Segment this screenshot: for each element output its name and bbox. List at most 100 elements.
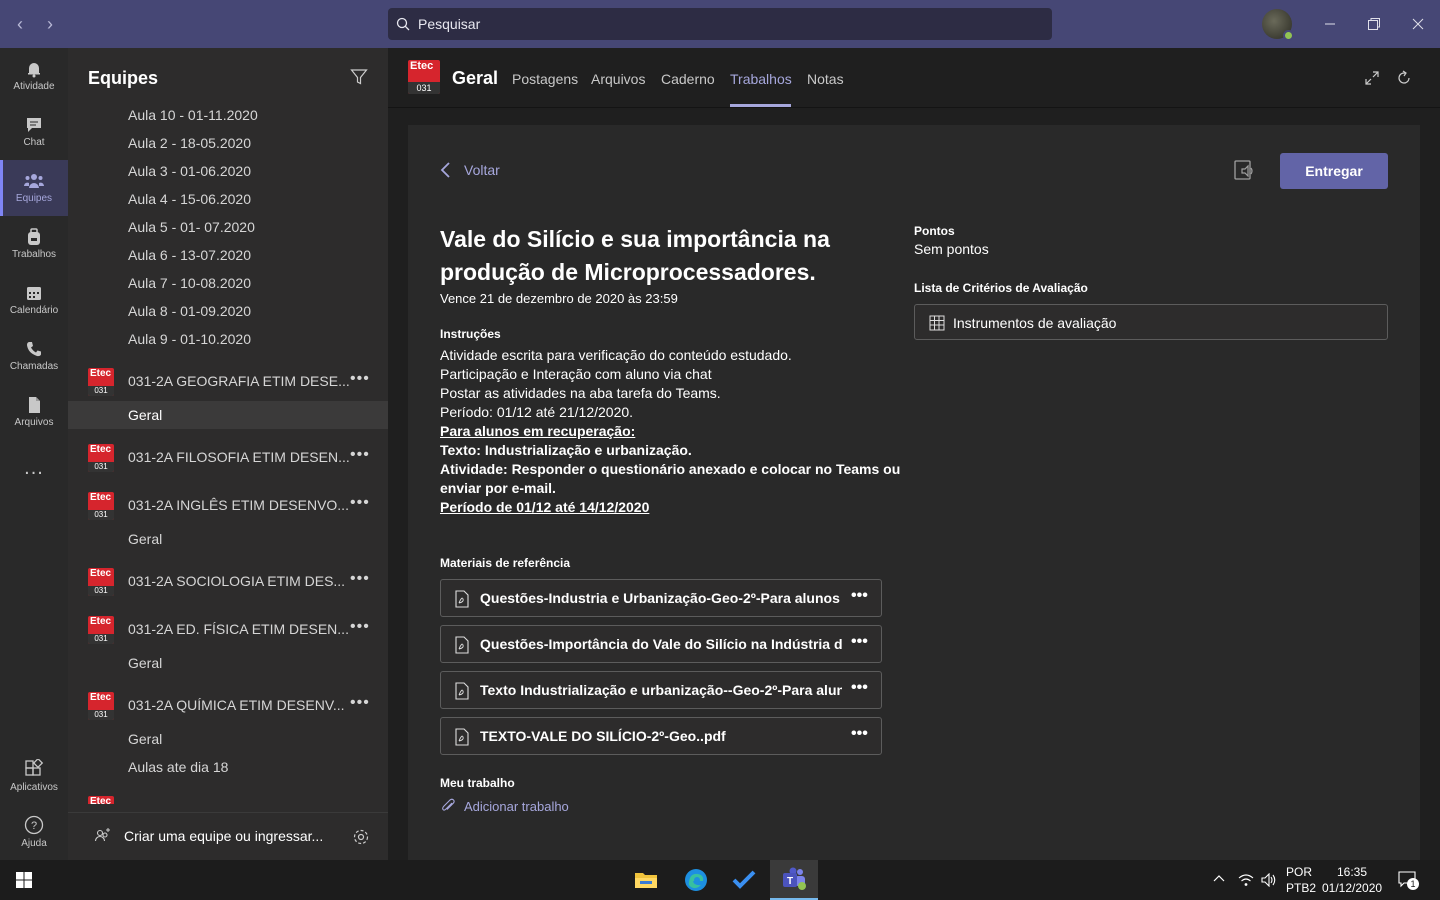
channel-item-selected[interactable]: Geral — [68, 401, 388, 429]
rail-item-apps[interactable]: Aplicativos — [0, 748, 68, 804]
channel-item[interactable]: Aula 8 - 01-09.2020 — [128, 303, 251, 319]
add-work-button[interactable]: Adicionar trabalho — [440, 798, 569, 814]
search-input[interactable] — [418, 16, 1018, 32]
refresh-icon[interactable] — [1396, 70, 1412, 86]
clock[interactable]: 16:35 01/12/2020 — [1322, 864, 1382, 896]
more-options-icon[interactable]: ••• — [350, 494, 370, 512]
more-apps-button[interactable]: ... — [0, 440, 68, 496]
rail-item-help[interactable]: ? Ajuda — [0, 804, 68, 860]
tab-notebook[interactable]: Caderno — [661, 71, 715, 87]
channel-item[interactable]: Geral — [128, 531, 162, 547]
material-file[interactable]: Questões-Importância do Vale do Silício … — [440, 625, 882, 663]
channel-item[interactable]: Aula 3 - 01-06.2020 — [128, 163, 251, 179]
file-explorer-icon[interactable] — [622, 860, 670, 900]
materials-label: Materiais de referência — [440, 556, 571, 570]
recovery-period: Período de 01/12 até 14/12/2020 — [440, 499, 650, 515]
title-bar: ‹ › — [0, 0, 1440, 48]
paperclip-icon — [442, 798, 455, 811]
rail-item-teams[interactable]: Equipes — [0, 160, 68, 216]
close-button[interactable] — [1396, 0, 1440, 48]
rail-item-activity[interactable]: Atividade — [0, 48, 68, 104]
tab-grades[interactable]: Notas — [807, 71, 844, 87]
material-file[interactable]: TEXTO-VALE DO SILÍCIO-2º-Geo..pdf ••• — [440, 717, 882, 755]
instruction-line: Atividade escrita para verificação do co… — [440, 347, 792, 363]
maximize-button[interactable] — [1352, 0, 1396, 48]
todo-app-icon[interactable] — [720, 860, 768, 900]
rail-item-calendar[interactable]: Calendário — [0, 272, 68, 328]
assignment-title: Vale do Silício e sua importância na pro… — [440, 226, 830, 285]
wifi-icon[interactable] — [1238, 873, 1254, 887]
presence-available-icon — [1283, 30, 1294, 41]
team-item[interactable]: Etec 031 031-2A SOCIOLOGIA ETIM DES... ••… — [68, 564, 388, 600]
rubric-card[interactable]: Instrumentos de avaliação — [914, 304, 1388, 340]
due-date: Vence 21 de dezembro de 2020 às 23:59 — [440, 291, 678, 306]
tab-assignments[interactable]: Trabalhos — [730, 71, 792, 87]
channel-item[interactable]: Aulas ate dia 18 — [128, 759, 228, 775]
pdf-file-icon — [455, 590, 469, 608]
filter-icon[interactable] — [350, 68, 368, 91]
immersive-reader-icon[interactable] — [1233, 159, 1255, 181]
material-file[interactable]: Texto Industrialização e urbanização--Ge… — [440, 671, 882, 709]
recovery-activity: Atividade: Responder o questionário anex… — [440, 461, 901, 477]
channel-item[interactable]: Geral — [128, 731, 162, 747]
teams-app-icon[interactable]: T — [770, 860, 818, 900]
team-name: 031-2A SOCIOLOGIA ETIM DES... — [128, 573, 346, 589]
channel-item[interactable]: Aula 5 - 01- 07.2020 — [128, 219, 255, 235]
channel-item[interactable]: Aula 10 - 01-11.2020 — [128, 107, 258, 123]
back-arrow-icon[interactable]: ‹ — [10, 12, 30, 36]
team-item[interactable]: Etec 031 031-2A ED. FÍSICA ETIM DESEN... … — [68, 612, 388, 648]
chevron-up-icon[interactable] — [1212, 872, 1226, 889]
team-item[interactable]: Etec 031 031-2A FILOSOFIA ETIM DESEN... •… — [68, 440, 388, 476]
channel-item[interactable]: Aula 6 - 13-07.2020 — [128, 247, 251, 263]
search-box[interactable] — [388, 8, 1052, 40]
submit-button[interactable]: Entregar — [1280, 153, 1388, 189]
channel-item[interactable]: Aula 2 - 18-05.2020 — [128, 135, 251, 151]
edge-browser-icon[interactable] — [672, 860, 720, 900]
language-indicator[interactable]: POR PTB2 — [1286, 864, 1316, 896]
assignment-card: Voltar Entregar Vale do Silício e sua im… — [408, 125, 1420, 860]
tab-posts[interactable]: Postagens — [512, 71, 578, 87]
svg-text:?: ? — [31, 820, 37, 832]
rail-item-assignments[interactable]: Trabalhos — [0, 216, 68, 272]
channel-item[interactable]: Geral — [128, 655, 162, 671]
tab-files[interactable]: Arquivos — [591, 71, 645, 87]
more-options-icon[interactable]: ••• — [350, 370, 370, 388]
team-name: 031-2A INGLÊS ETIM DESENVO... — [128, 497, 349, 513]
avatar[interactable] — [1262, 9, 1294, 41]
rail-item-calls[interactable]: Chamadas — [0, 328, 68, 384]
windows-start-icon[interactable] — [0, 860, 48, 900]
more-options-icon[interactable]: ••• — [851, 633, 868, 651]
team-item[interactable]: Etec 031 031-2A GEOGRAFIA ETIM DESE... ••… — [68, 364, 388, 400]
expand-icon[interactable] — [1364, 70, 1380, 86]
chat-icon — [27, 118, 41, 132]
more-options-icon[interactable]: ••• — [851, 679, 868, 697]
gear-icon[interactable] — [352, 828, 370, 846]
channel-item[interactable]: Aula 9 - 01-10.2020 — [128, 331, 251, 347]
create-team-label: Criar uma equipe ou ingressar... — [124, 828, 324, 844]
team-logo: Etec 031 — [88, 692, 114, 720]
speaker-icon[interactable] — [1261, 873, 1277, 887]
channel-title: Geral — [452, 68, 499, 88]
notification-center-icon[interactable]: 1 — [1398, 870, 1419, 893]
material-file[interactable]: Questões-Industria e Urbanização-Geo-2º-… — [440, 579, 882, 617]
minimize-button[interactable] — [1308, 0, 1352, 48]
my-work-label: Meu trabalho — [440, 776, 515, 790]
more-options-icon[interactable]: ••• — [350, 446, 370, 464]
team-logo: Etec 031 — [88, 616, 114, 644]
svg-text:T: T — [787, 876, 793, 887]
rail-item-files[interactable]: Arquivos — [0, 384, 68, 440]
channel-item[interactable]: Aula 4 - 15-06.2020 — [128, 191, 251, 207]
back-button[interactable]: Voltar — [440, 161, 500, 179]
team-item[interactable]: Etec 031 031-2A INGLÊS ETIM DESENVO... ••… — [68, 488, 388, 524]
more-options-icon[interactable]: ••• — [350, 570, 370, 588]
forward-arrow-icon[interactable]: › — [40, 12, 60, 36]
channel-item[interactable]: Aula 7 - 10-08.2020 — [128, 275, 251, 291]
file-name: Texto Industrialização e urbanização--Ge… — [480, 682, 842, 698]
more-options-icon[interactable]: ••• — [851, 587, 868, 605]
create-team-bar[interactable]: Criar uma equipe ou ingressar... — [68, 812, 388, 860]
more-options-icon[interactable]: ••• — [851, 725, 868, 743]
rail-item-chat[interactable]: Chat — [0, 104, 68, 160]
more-options-icon[interactable]: ••• — [350, 694, 370, 712]
more-options-icon[interactable]: ••• — [350, 618, 370, 636]
team-item[interactable]: Etec 031 031-2A QUÍMICA ETIM DESENV... ••… — [68, 688, 388, 724]
